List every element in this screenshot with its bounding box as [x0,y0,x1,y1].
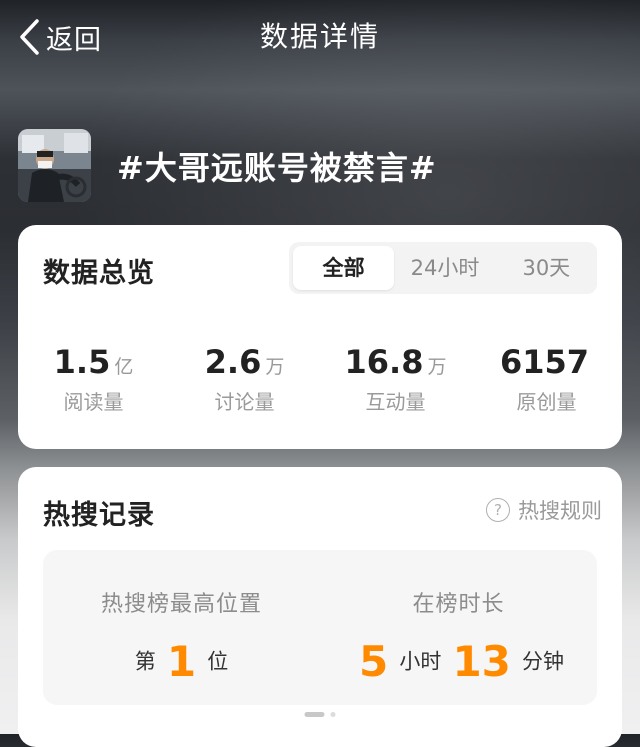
stat-unit: 亿 [114,356,134,378]
topic-header: #大哥远账号被禁言# [18,129,437,202]
page-dot [330,712,336,717]
position-prefix: 第 [134,649,156,674]
tab-24-hours[interactable]: 24小时 [394,246,495,290]
stat-label: 互动量 [365,390,426,414]
nav-bar: 返回 数据详情 [0,0,640,76]
hot-record-panel: 热搜榜最高位置 第 1 位 在榜时长 5 小时 13 分钟 [43,550,597,705]
topic-avatar [18,129,91,202]
duration-minutes-unit: 分钟 [521,649,564,674]
duration-label: 在榜时长 [412,592,505,617]
duration-minutes: 13 [452,636,511,686]
position-suffix: 位 [207,649,229,674]
position-value: 1 [166,636,197,686]
stat-value: 1.5 [53,343,111,381]
hot-record-heading: 热搜记录 [43,500,155,531]
stat-label: 讨论量 [214,390,275,414]
stat-interactions: 16.8 万 互动量 [320,342,471,415]
tab-all[interactable]: 全部 [293,246,395,290]
rules-label: 热搜规则 [518,499,602,523]
stats-row: 1.5 亿 阅读量 2.6 万 讨论量 16.8 万 互动量 6157 原创量 [18,342,622,415]
stat-value: 2.6 [204,343,262,381]
page-title: 数据详情 [259,20,380,53]
best-position-block: 热搜榜最高位置 第 1 位 [43,550,320,705]
stat-reads: 1.5 亿 阅读量 [18,342,169,415]
page-dot-active [304,712,325,717]
stat-originals: 6157 原创量 [471,342,622,415]
duration-hours: 5 [359,636,389,686]
data-overview-card: 数据总览 全部 24小时 30天 1.5 亿 阅读量 2.6 万 讨论量 16.8 万… [18,225,622,449]
page-indicator [304,712,336,717]
best-position-label: 热搜榜最高位置 [100,592,262,617]
stat-value: 16.8 [344,343,424,381]
duration-hours-unit: 小时 [399,649,442,674]
stat-label: 阅读量 [63,390,124,414]
question-circle-icon: ? [486,498,510,522]
hot-search-record-card: 热搜记录 ? 热搜规则 热搜榜最高位置 第 1 位 在榜时长 5 小时 13 分… [18,467,622,747]
stat-unit: 万 [265,356,285,378]
duration-block: 在榜时长 5 小时 13 分钟 [320,550,597,705]
overview-heading: 数据总览 [43,258,155,289]
time-range-tabs: 全部 24小时 30天 [289,242,597,294]
topic-title: #大哥远账号被禁言# [117,148,437,187]
stat-discussions: 2.6 万 讨论量 [169,342,320,415]
hot-search-rules-link[interactable]: ? 热搜规则 [486,495,602,525]
stat-value: 6157 [499,343,590,381]
tab-30-days[interactable]: 30天 [496,246,597,290]
stat-label: 原创量 [516,390,577,414]
stat-unit: 万 [427,356,447,378]
